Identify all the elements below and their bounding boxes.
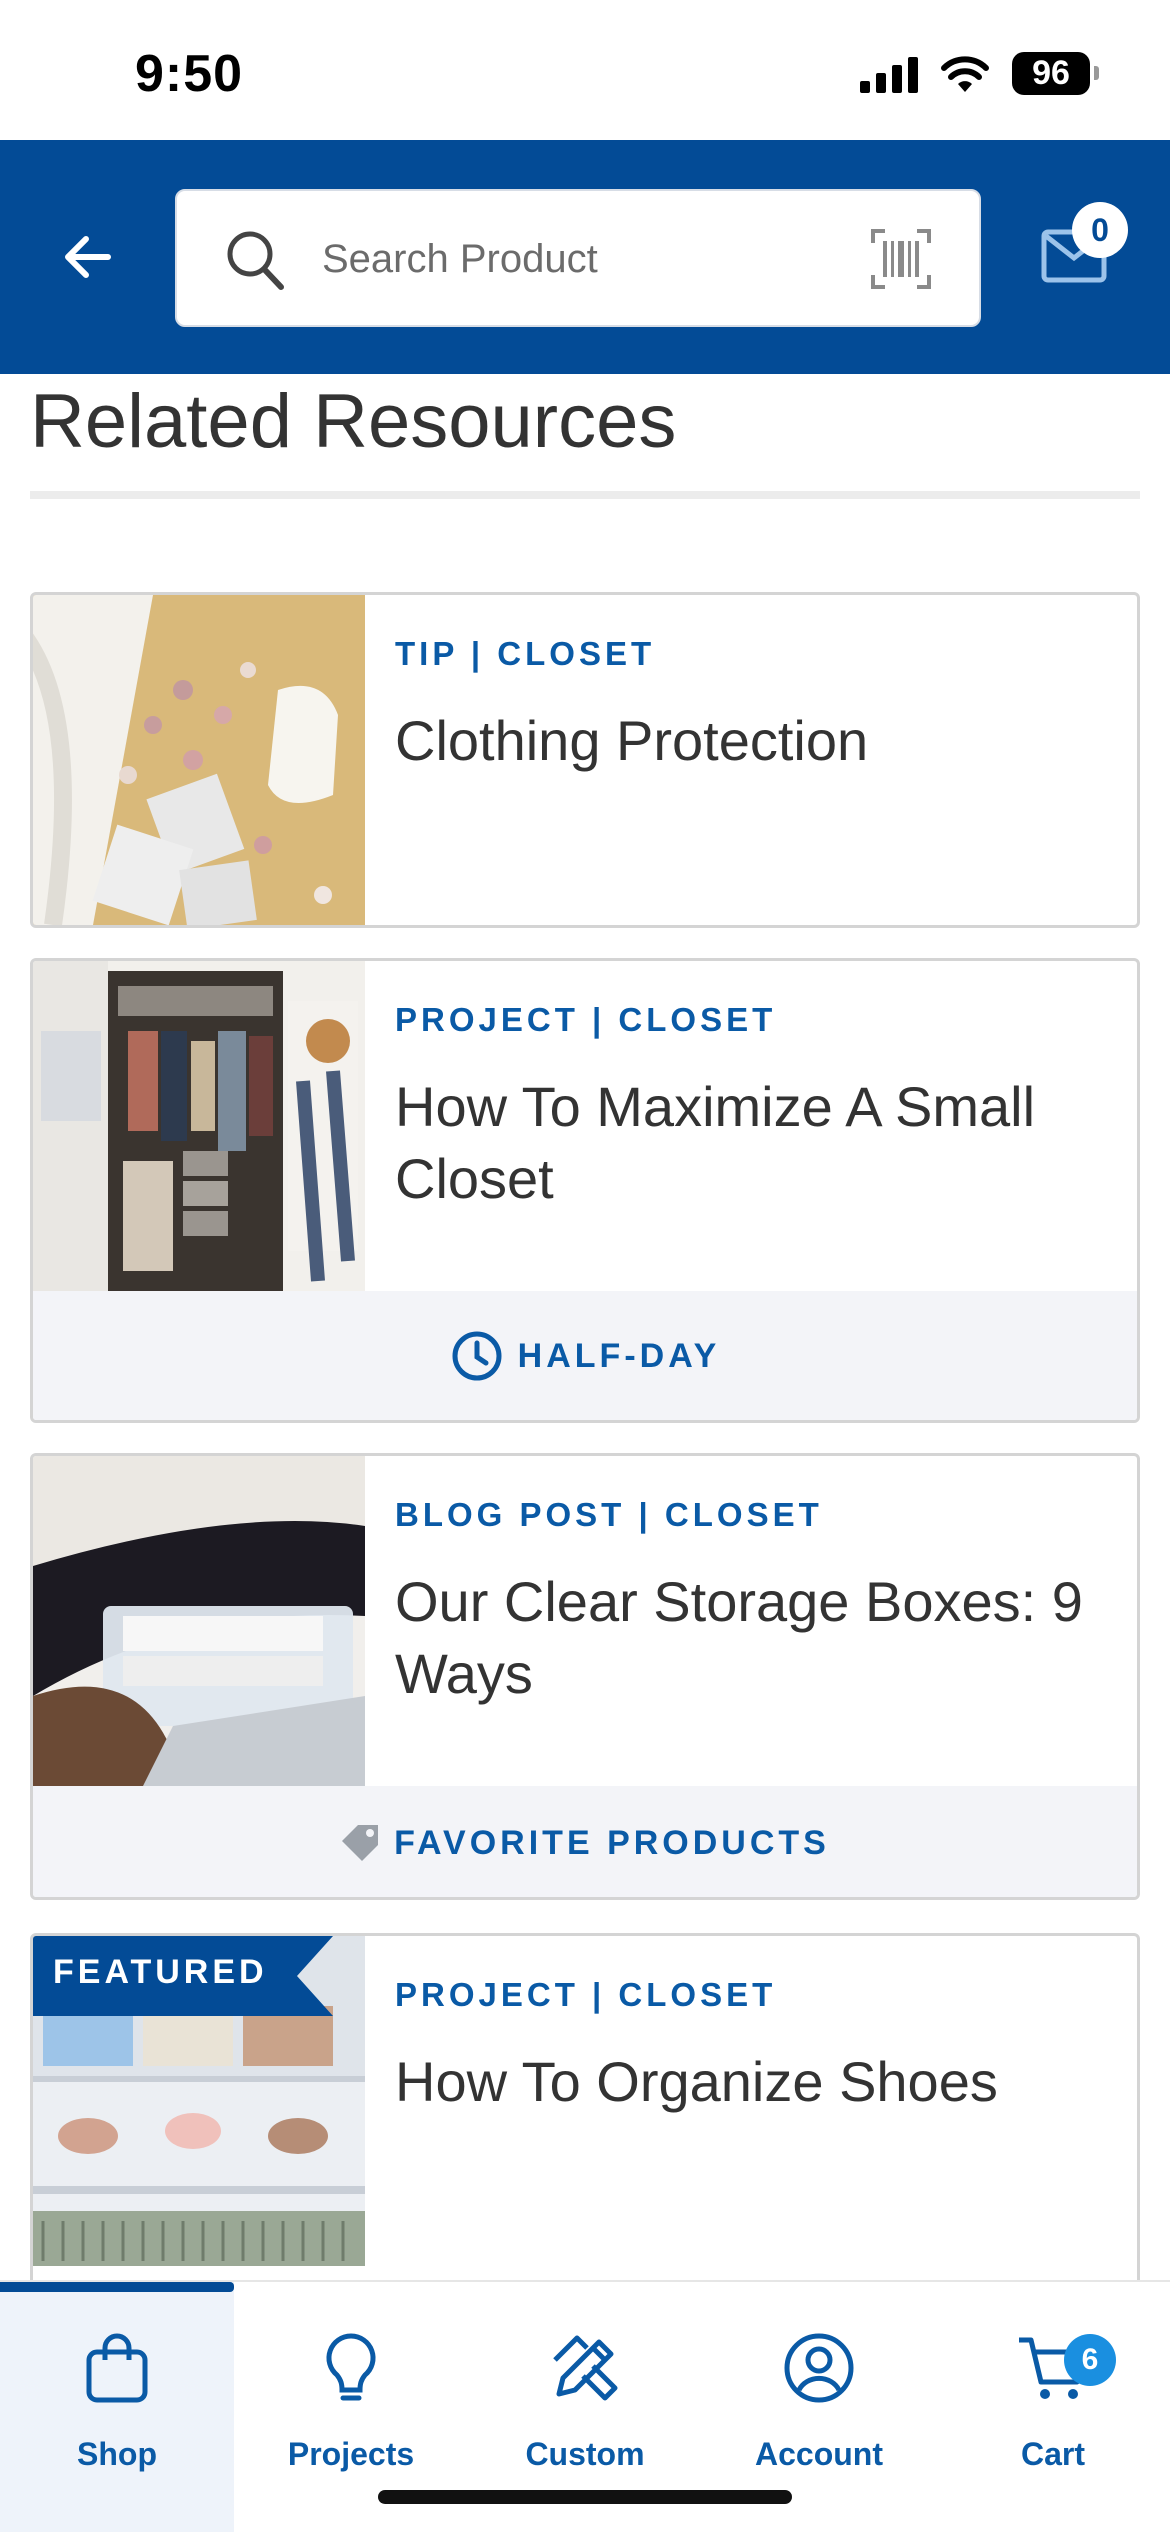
mail-count-badge: 0	[1072, 202, 1128, 258]
duration-label: HALF-DAY	[517, 1336, 721, 1375]
card-image	[33, 961, 365, 1291]
resource-card[interactable]: TIP | CLOSET Clothing Protection	[30, 592, 1140, 928]
card-category: TIP | CLOSET	[395, 635, 656, 672]
clock-icon	[452, 1331, 502, 1381]
nav-label: Projects	[287, 2436, 415, 2472]
app-header: 0	[0, 140, 1170, 374]
nav-shop[interactable]: Shop	[0, 2282, 234, 2532]
card-title: How To Maximize A Small Closet	[395, 1075, 1036, 1210]
tag-icon	[342, 1825, 379, 1861]
nav-label: Cart	[1020, 2436, 1085, 2472]
card-footer: FAVORITE PRODUCTS	[33, 1786, 1137, 1897]
card-title: Clothing Protection	[395, 709, 869, 772]
status-icons: 96	[860, 52, 1099, 95]
barcode-scan-icon[interactable]	[869, 227, 933, 291]
status-time: 9:50	[135, 45, 244, 103]
card-footer: HALF-DAY	[33, 1291, 1137, 1420]
featured-badge: FEATURED	[33, 1936, 333, 2016]
divider	[30, 491, 1140, 499]
user-circle-icon	[784, 2333, 854, 2403]
card-title: How To Organize Shoes	[395, 2050, 998, 2113]
bag-icon	[86, 2333, 148, 2403]
lightbulb-icon	[326, 2333, 376, 2401]
card-category: PROJECT | CLOSET	[395, 1976, 777, 2013]
back-arrow-icon[interactable]	[56, 225, 120, 289]
home-indicator[interactable]	[378, 2490, 792, 2504]
search-input[interactable]	[322, 227, 822, 291]
card-image	[33, 595, 365, 925]
nav-label: Custom	[525, 2436, 645, 2472]
card-title: Our Clear Storage Boxes: 9 Ways	[395, 1570, 1083, 1705]
search-icon	[227, 231, 284, 290]
card-category: PROJECT | CLOSET	[395, 1001, 777, 1038]
favorite-products-label: FAVORITE PRODUCTS	[394, 1823, 830, 1862]
pencil-ruler-icon	[553, 2335, 618, 2401]
nav-cart[interactable]: 6 Cart	[936, 2282, 1170, 2532]
active-indicator	[0, 2282, 234, 2292]
search-box[interactable]	[175, 189, 981, 327]
wifi-icon	[941, 55, 989, 92]
resource-card[interactable]: BLOG POST | CLOSET Our Clear Storage Box…	[30, 1453, 1140, 1900]
status-bar: 9:50 96	[0, 0, 1170, 140]
resource-card[interactable]: PROJECT | CLOSET How To Maximize A Small…	[30, 958, 1140, 1423]
resource-card[interactable]: FEATURED PROJECT | CLOSET How To Organiz…	[30, 1933, 1140, 2313]
card-image	[33, 1456, 365, 1786]
page-title: Related Resources	[30, 379, 677, 464]
nav-label: Account	[755, 2436, 883, 2472]
battery-indicator: 96	[1012, 52, 1099, 95]
card-category: BLOG POST | CLOSET	[395, 1496, 823, 1533]
nav-label: Shop	[77, 2436, 157, 2472]
cart-count-badge: 6	[1064, 2334, 1116, 2386]
cellular-signal-icon	[860, 55, 918, 93]
